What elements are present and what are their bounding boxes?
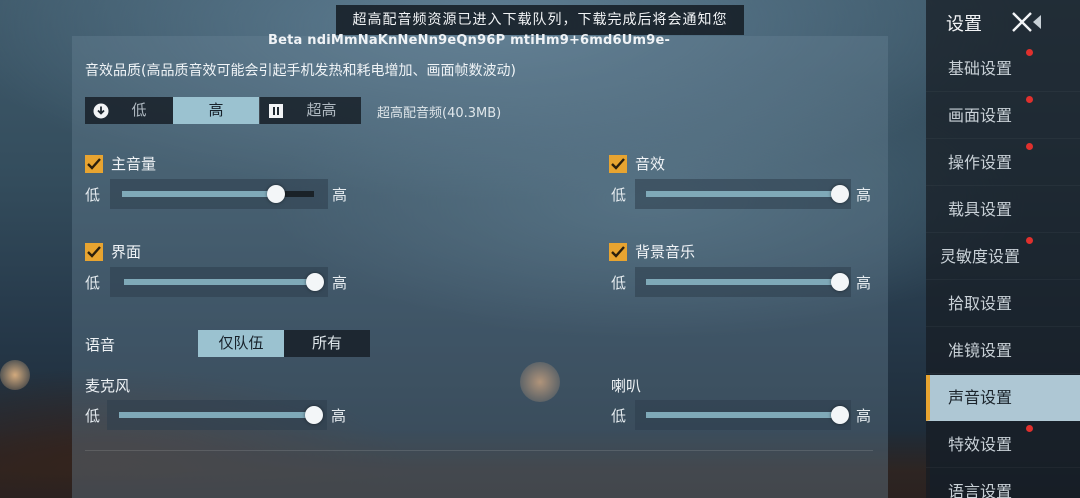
- sidebar-item-label: 灵敏度设置: [940, 247, 1021, 266]
- sfx-volume-row: 低 高: [611, 179, 876, 209]
- sidebar-item-sound[interactable]: 声音设置: [926, 375, 1080, 421]
- sidebar-title: 设置: [946, 14, 982, 35]
- sidebar-item-basic[interactable]: 基础设置: [926, 46, 1080, 92]
- slider-min-label: 低: [85, 407, 101, 425]
- sidebar-item-label: 基础设置: [948, 59, 1013, 78]
- quality-selector: 低 高 超高: [85, 97, 361, 124]
- checkbox-checked-icon: [609, 242, 627, 261]
- master-volume-label: 主音量: [111, 155, 157, 173]
- speaker-volume-label: 喇叭: [611, 377, 642, 395]
- mic-volume-row: 低 高: [85, 400, 355, 430]
- master-volume-toggle[interactable]: 主音量: [85, 153, 156, 174]
- slider-max-label: 高: [332, 274, 348, 292]
- notification-dot: [1026, 237, 1033, 244]
- mic-volume-slider[interactable]: [119, 406, 323, 424]
- quality-description: 音效品质(高品质音效可能会引起手机发热和耗电增加、画面帧数波动): [85, 63, 516, 79]
- sfx-volume-toggle[interactable]: 音效: [609, 153, 665, 174]
- sidebar-item-label: 声音设置: [948, 388, 1013, 407]
- ultra-audio-size-note: 超高配音频(40.3MB): [377, 106, 502, 121]
- speaker-volume-row: 低 高: [611, 400, 876, 430]
- slider-thumb[interactable]: [306, 273, 324, 291]
- sidebar-item-label: 画面设置: [948, 106, 1013, 125]
- checkbox-checked-icon: [85, 242, 103, 261]
- slider-max-label: 高: [856, 274, 872, 292]
- sidebar-item-sensitivity[interactable]: 灵敏度设置: [926, 234, 1080, 280]
- slider-min-label: 低: [611, 274, 627, 292]
- slider-max-label: 高: [331, 407, 347, 425]
- quality-option-label: 低: [131, 101, 147, 119]
- music-volume-slider[interactable]: [646, 273, 849, 291]
- voice-channel-selector: 仅队伍 所有: [198, 330, 370, 357]
- sfx-volume-label: 音效: [635, 155, 666, 173]
- quality-option-label: 超高: [306, 101, 337, 119]
- download-icon: [93, 103, 109, 119]
- notification-dot: [1026, 49, 1033, 56]
- sidebar-item-effects[interactable]: 特效设置: [926, 422, 1080, 468]
- checkbox-checked-icon: [609, 154, 627, 173]
- master-volume-slider[interactable]: [122, 185, 314, 203]
- music-volume-toggle[interactable]: 背景音乐: [609, 241, 695, 262]
- music-volume-row: 低 高: [611, 267, 876, 297]
- sidebar-item-scope[interactable]: 准镜设置: [926, 328, 1080, 374]
- slider-min-label: 低: [85, 186, 101, 204]
- slider-min-label: 低: [85, 274, 101, 292]
- notification-dot: [1026, 143, 1033, 150]
- slider-thumb[interactable]: [831, 406, 849, 424]
- sidebar-item-language[interactable]: 语言设置: [926, 469, 1080, 498]
- voice-channel-label: 语音: [85, 336, 116, 354]
- slider-max-label: 高: [856, 407, 872, 425]
- voice-option-all[interactable]: 所有: [284, 330, 370, 357]
- slider-thumb[interactable]: [305, 406, 323, 424]
- sidebar-item-label: 载具设置: [948, 200, 1013, 219]
- quality-option-label: 高: [208, 101, 224, 119]
- slider-min-label: 低: [611, 186, 627, 204]
- slider-thumb[interactable]: [266, 185, 285, 203]
- sfx-volume-slider[interactable]: [646, 185, 849, 203]
- slider-thumb[interactable]: [831, 273, 849, 291]
- sidebar-item-label: 拾取设置: [948, 294, 1013, 313]
- collapse-arrow-icon[interactable]: [1032, 15, 1042, 29]
- close-icon[interactable]: [1010, 10, 1034, 34]
- notification-dot: [1026, 425, 1033, 432]
- download-notice: 超高配音频资源已进入下载队列，下载完成后将会通知您: [336, 5, 744, 35]
- ui-volume-row: 低 高: [85, 267, 355, 297]
- divider: [85, 450, 873, 451]
- slider-thumb[interactable]: [831, 185, 849, 203]
- slider-max-label: 高: [856, 186, 872, 204]
- background-light: [0, 360, 30, 390]
- master-volume-row: 低 高: [85, 179, 355, 209]
- voice-option-team[interactable]: 仅队伍: [198, 330, 284, 357]
- music-volume-label: 背景音乐: [635, 243, 696, 261]
- mic-volume-label: 麦克风: [85, 377, 131, 395]
- sidebar-item-label: 操作设置: [948, 153, 1013, 172]
- sidebar-item-graphics[interactable]: 画面设置: [926, 93, 1080, 139]
- sidebar-item-label: 准镜设置: [948, 341, 1013, 360]
- sidebar-item-pickup[interactable]: 拾取设置: [926, 281, 1080, 327]
- settings-sidebar: 设置 基础设置 画面设置 操作设置 载具设置 灵敏度设置 拾取设置 准镜设置 声…: [926, 0, 1080, 498]
- speaker-volume-slider[interactable]: [646, 406, 849, 424]
- sidebar-item-controls[interactable]: 操作设置: [926, 140, 1080, 186]
- ui-volume-label: 界面: [111, 243, 142, 261]
- ui-volume-toggle[interactable]: 界面: [85, 241, 141, 262]
- ui-volume-slider[interactable]: [124, 273, 324, 291]
- sidebar-item-label: 语言设置: [948, 482, 1013, 498]
- beta-watermark: Beta ndiMmNaKnNeNn9eQn96P mtiHm9+6md6Um9…: [268, 33, 671, 48]
- sidebar-item-vehicle[interactable]: 载具设置: [926, 187, 1080, 233]
- pause-icon: [269, 104, 283, 118]
- quality-option-high[interactable]: 高: [173, 97, 259, 124]
- notification-dot: [1026, 96, 1033, 103]
- checkbox-checked-icon: [85, 154, 103, 173]
- sidebar-item-label: 特效设置: [948, 435, 1013, 454]
- quality-option-low[interactable]: 低: [85, 97, 173, 124]
- quality-option-ultra[interactable]: 超高: [259, 97, 361, 124]
- slider-max-label: 高: [332, 186, 348, 204]
- slider-min-label: 低: [611, 407, 627, 425]
